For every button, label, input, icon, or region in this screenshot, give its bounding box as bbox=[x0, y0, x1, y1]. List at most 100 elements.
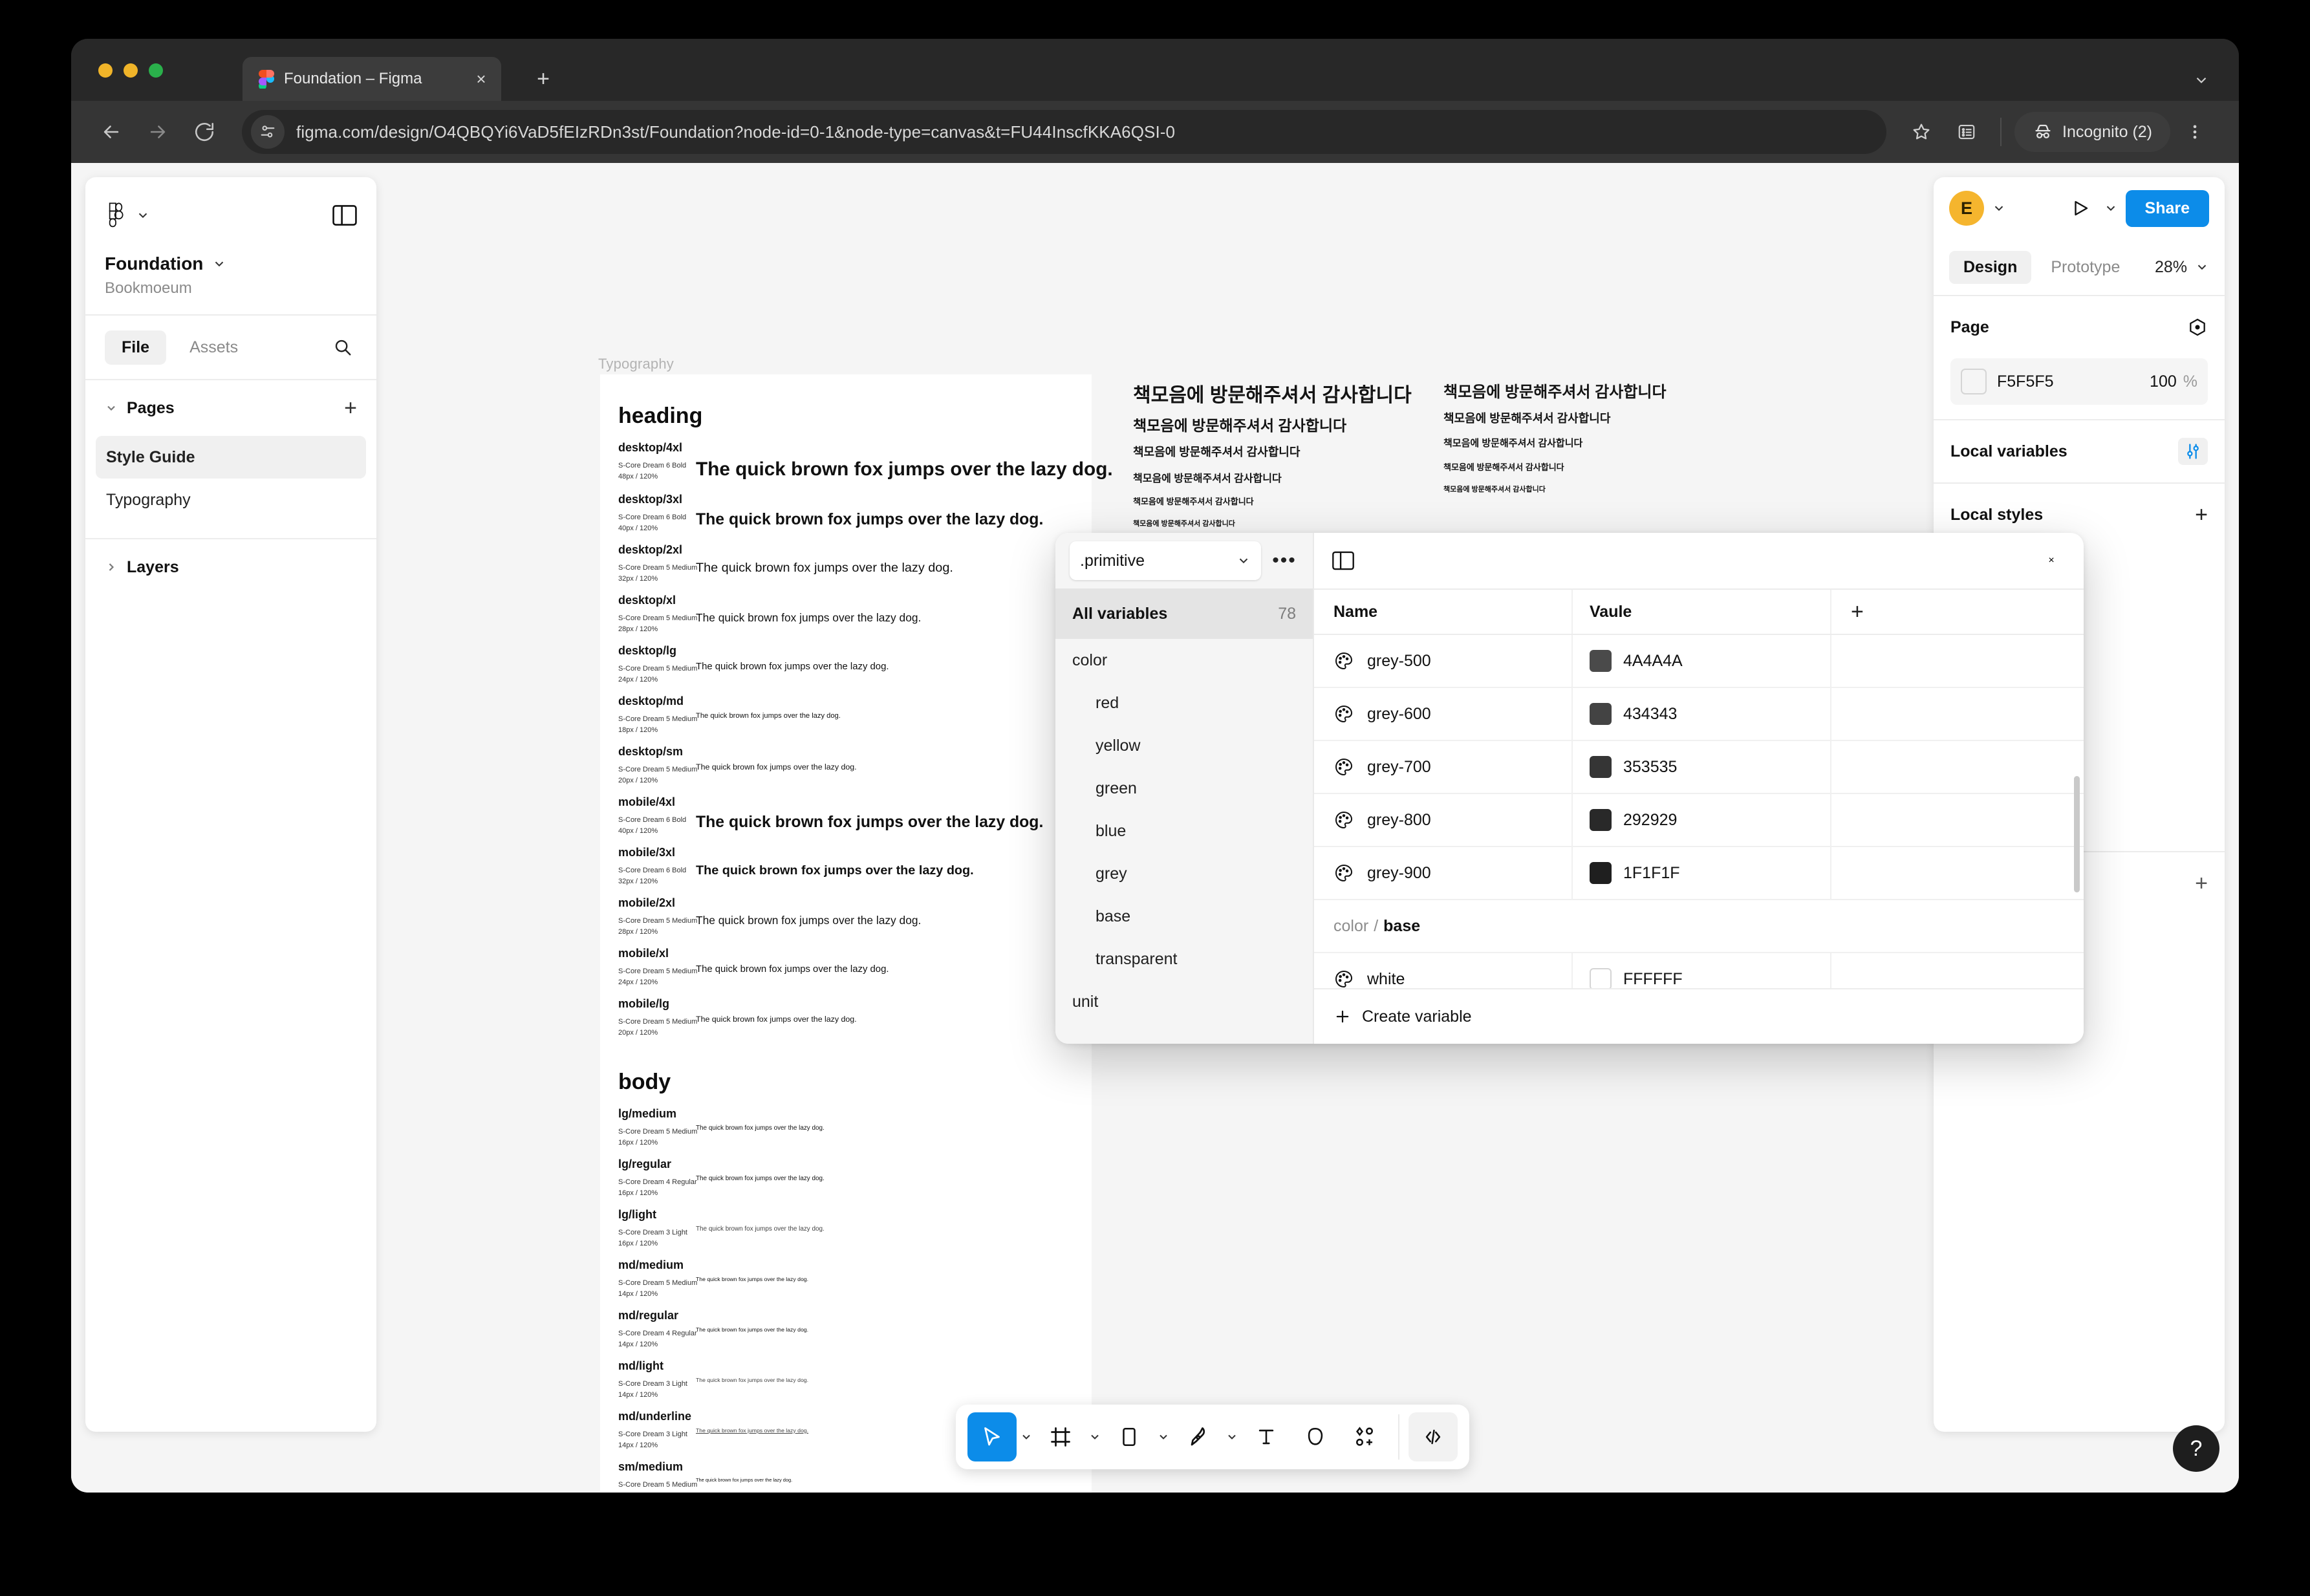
color-swatch[interactable] bbox=[1590, 756, 1612, 778]
variable-extra-cell[interactable] bbox=[1831, 794, 2084, 846]
body-style-meta-7[interactable]: S-Core Dream 5 Medium 12px / 120% bbox=[618, 1480, 697, 1493]
color-swatch[interactable] bbox=[1961, 369, 1987, 394]
variable-name-cell[interactable]: white bbox=[1314, 953, 1573, 988]
new-tab-button[interactable]: + bbox=[530, 67, 556, 93]
korean-sample-text[interactable]: 책모음에 방문해주셔서 감사합니다 bbox=[1133, 413, 1346, 435]
add-mode-button[interactable]: + bbox=[1831, 590, 2084, 634]
body-style-meta-3[interactable]: S-Core Dream 5 Medium 14px / 120% bbox=[618, 1278, 697, 1300]
body-style-meta-4[interactable]: S-Core Dream 4 Regular 14px / 120% bbox=[618, 1328, 697, 1350]
sidebar-item-style-guide[interactable]: Style Guide bbox=[96, 436, 366, 479]
variable-group-green[interactable]: green bbox=[1055, 767, 1313, 810]
pages-section-header[interactable]: Pages + bbox=[85, 380, 376, 436]
korean-sample-text[interactable]: 책모음에 방문해주셔서 감사합니다 bbox=[1133, 518, 1235, 528]
body-style-meta-0[interactable]: S-Core Dream 5 Medium 16px / 120% bbox=[618, 1127, 697, 1148]
heading-style-meta-5[interactable]: S-Core Dream 5 Medium 18px / 120% bbox=[618, 714, 697, 736]
body-style-name-6[interactable]: md/underline bbox=[618, 1410, 691, 1423]
variable-value-cell[interactable]: 1F1F1F bbox=[1573, 847, 1831, 899]
frame-tool-chevron-down-icon[interactable] bbox=[1085, 1430, 1105, 1443]
heading-style-name-1[interactable]: desktop/3xl bbox=[618, 493, 682, 506]
heading-style-sample-0[interactable]: The quick brown fox jumps over the lazy … bbox=[696, 458, 1113, 481]
table-row[interactable]: grey-500 4A4A4A bbox=[1314, 635, 2084, 688]
variable-group-blue[interactable]: blue bbox=[1055, 810, 1313, 852]
pen-tool[interactable] bbox=[1173, 1412, 1222, 1461]
all-variables-item[interactable]: All variables 78 bbox=[1055, 588, 1313, 639]
add-effect-button[interactable]: + bbox=[2195, 872, 2208, 894]
reading-list-icon[interactable] bbox=[1946, 111, 1987, 153]
variable-extra-cell[interactable] bbox=[1831, 741, 2084, 793]
toggle-sidebar-button[interactable] bbox=[332, 205, 357, 226]
chevron-down-icon[interactable] bbox=[2104, 201, 2118, 215]
korean-sample-text[interactable]: 책모음에 방문해주셔서 감사합니다 bbox=[1443, 409, 1610, 426]
heading-style-name-3[interactable]: desktop/xl bbox=[618, 594, 676, 607]
heading-style-meta-0[interactable]: S-Core Dream 6 Bold 48px / 120% bbox=[618, 460, 686, 482]
variable-extra-cell[interactable] bbox=[1831, 847, 2084, 899]
korean-sample-text[interactable]: 책모음에 방문해주셔서 감사합니다 bbox=[1133, 469, 1282, 485]
color-swatch[interactable] bbox=[1590, 862, 1612, 884]
browser-tab[interactable]: Foundation – Figma × bbox=[243, 57, 501, 101]
actions-tool[interactable] bbox=[1340, 1412, 1389, 1461]
body-style-sample-2[interactable]: The quick brown fox jumps over the lazy … bbox=[696, 1225, 825, 1233]
heading-style-meta-8[interactable]: S-Core Dream 6 Bold 32px / 120% bbox=[618, 865, 686, 887]
heading-style-name-7[interactable]: mobile/4xl bbox=[618, 795, 675, 809]
site-settings-icon[interactable] bbox=[251, 115, 285, 149]
variable-extra-cell[interactable] bbox=[1831, 688, 2084, 740]
body-style-meta-5[interactable]: S-Core Dream 3 Light 14px / 120% bbox=[618, 1379, 687, 1401]
table-row[interactable]: white FFFFFF bbox=[1314, 953, 2084, 988]
heading-style-sample-10[interactable]: The quick brown fox jumps over the lazy … bbox=[696, 964, 889, 976]
heading-style-sample-5[interactable]: The quick brown fox jumps over the lazy … bbox=[696, 712, 841, 720]
heading-style-meta-4[interactable]: S-Core Dream 5 Medium 24px / 120% bbox=[618, 663, 697, 685]
avatar[interactable]: E bbox=[1949, 191, 1984, 226]
heading-style-meta-2[interactable]: S-Core Dream 5 Medium 32px / 120% bbox=[618, 563, 697, 585]
toggle-detail-pane-icon[interactable] bbox=[1332, 551, 1354, 570]
korean-sample-text[interactable]: 책모음에 방문해주셔서 감사합니다 bbox=[1133, 443, 1300, 460]
body-style-name-3[interactable]: md/medium bbox=[618, 1258, 684, 1272]
table-row[interactable]: grey-700 353535 bbox=[1314, 741, 2084, 794]
variable-value-cell[interactable]: 292929 bbox=[1573, 794, 1831, 846]
variable-group-color[interactable]: color bbox=[1055, 639, 1313, 682]
variable-value-cell[interactable]: FFFFFF bbox=[1573, 953, 1831, 988]
heading-style-name-4[interactable]: desktop/lg bbox=[618, 644, 676, 658]
heading-style-name-6[interactable]: desktop/sm bbox=[618, 745, 683, 759]
heading-style-sample-2[interactable]: The quick brown fox jumps over the lazy … bbox=[696, 561, 953, 576]
color-swatch[interactable] bbox=[1590, 650, 1612, 672]
color-swatch[interactable] bbox=[1590, 809, 1612, 831]
korean-sample-text[interactable]: 책모음에 방문해주셔서 감사합니다 bbox=[1443, 436, 1582, 449]
variables-modal[interactable]: .primitive ••• All variables 78 color red… bbox=[1055, 533, 2084, 1044]
table-row[interactable]: grey-900 1F1F1F bbox=[1314, 847, 2084, 900]
dev-mode-button[interactable] bbox=[1409, 1412, 1458, 1461]
variable-name-cell[interactable]: grey-800 bbox=[1314, 794, 1573, 846]
variable-name-cell[interactable]: grey-600 bbox=[1314, 688, 1573, 740]
tab-prototype[interactable]: Prototype bbox=[2036, 251, 2134, 284]
table-row[interactable]: grey-600 434343 bbox=[1314, 688, 2084, 741]
reload-button[interactable] bbox=[184, 111, 225, 153]
table-row[interactable]: grey-800 292929 bbox=[1314, 794, 2084, 847]
heading-style-sample-9[interactable]: The quick brown fox jumps over the lazy … bbox=[696, 914, 921, 927]
body-style-sample-7[interactable]: The quick brown fox jumps over the lazy … bbox=[696, 1477, 792, 1483]
korean-sample-text[interactable]: 책모음에 방문해주셔서 감사합니다 bbox=[1133, 495, 1254, 507]
heading-style-meta-9[interactable]: S-Core Dream 5 Medium 28px / 120% bbox=[618, 916, 697, 938]
variable-extra-cell[interactable] bbox=[1831, 635, 2084, 687]
heading-style-sample-8[interactable]: The quick brown fox jumps over the lazy … bbox=[696, 863, 974, 879]
frame-tool[interactable] bbox=[1036, 1412, 1085, 1461]
variable-name-cell[interactable]: grey-500 bbox=[1314, 635, 1573, 687]
body-style-name-1[interactable]: lg/regular bbox=[618, 1158, 671, 1171]
heading-style-meta-7[interactable]: S-Core Dream 6 Bold 40px / 120% bbox=[618, 815, 686, 837]
heading-style-name-8[interactable]: mobile/3xl bbox=[618, 846, 675, 859]
heading-style-sample-7[interactable]: The quick brown fox jumps over the lazy … bbox=[696, 813, 1043, 832]
heading-style-sample-6[interactable]: The quick brown fox jumps over the lazy … bbox=[696, 762, 857, 772]
share-button[interactable]: Share bbox=[2125, 189, 2209, 227]
back-button[interactable] bbox=[91, 111, 132, 153]
layers-section-header[interactable]: Layers bbox=[85, 539, 376, 595]
heading-style-sample-11[interactable]: The quick brown fox jumps over the lazy … bbox=[696, 1015, 857, 1024]
color-swatch[interactable] bbox=[1590, 703, 1612, 725]
body-style-sample-6[interactable]: The quick brown fox jumps over the lazy … bbox=[696, 1427, 808, 1434]
text-tool[interactable] bbox=[1242, 1412, 1291, 1461]
maximize-window-button[interactable] bbox=[149, 63, 163, 78]
body-style-sample-4[interactable]: The quick brown fox jumps over the lazy … bbox=[696, 1326, 808, 1333]
body-style-meta-2[interactable]: S-Core Dream 3 Light 16px / 120% bbox=[618, 1227, 687, 1249]
comment-tool[interactable] bbox=[1291, 1412, 1340, 1461]
heading-style-name-5[interactable]: desktop/md bbox=[618, 695, 684, 708]
heading-style-sample-4[interactable]: The quick brown fox jumps over the lazy … bbox=[696, 662, 889, 673]
minimize-window-button[interactable] bbox=[124, 63, 138, 78]
heading-style-meta-3[interactable]: S-Core Dream 5 Medium 28px / 120% bbox=[618, 613, 697, 635]
